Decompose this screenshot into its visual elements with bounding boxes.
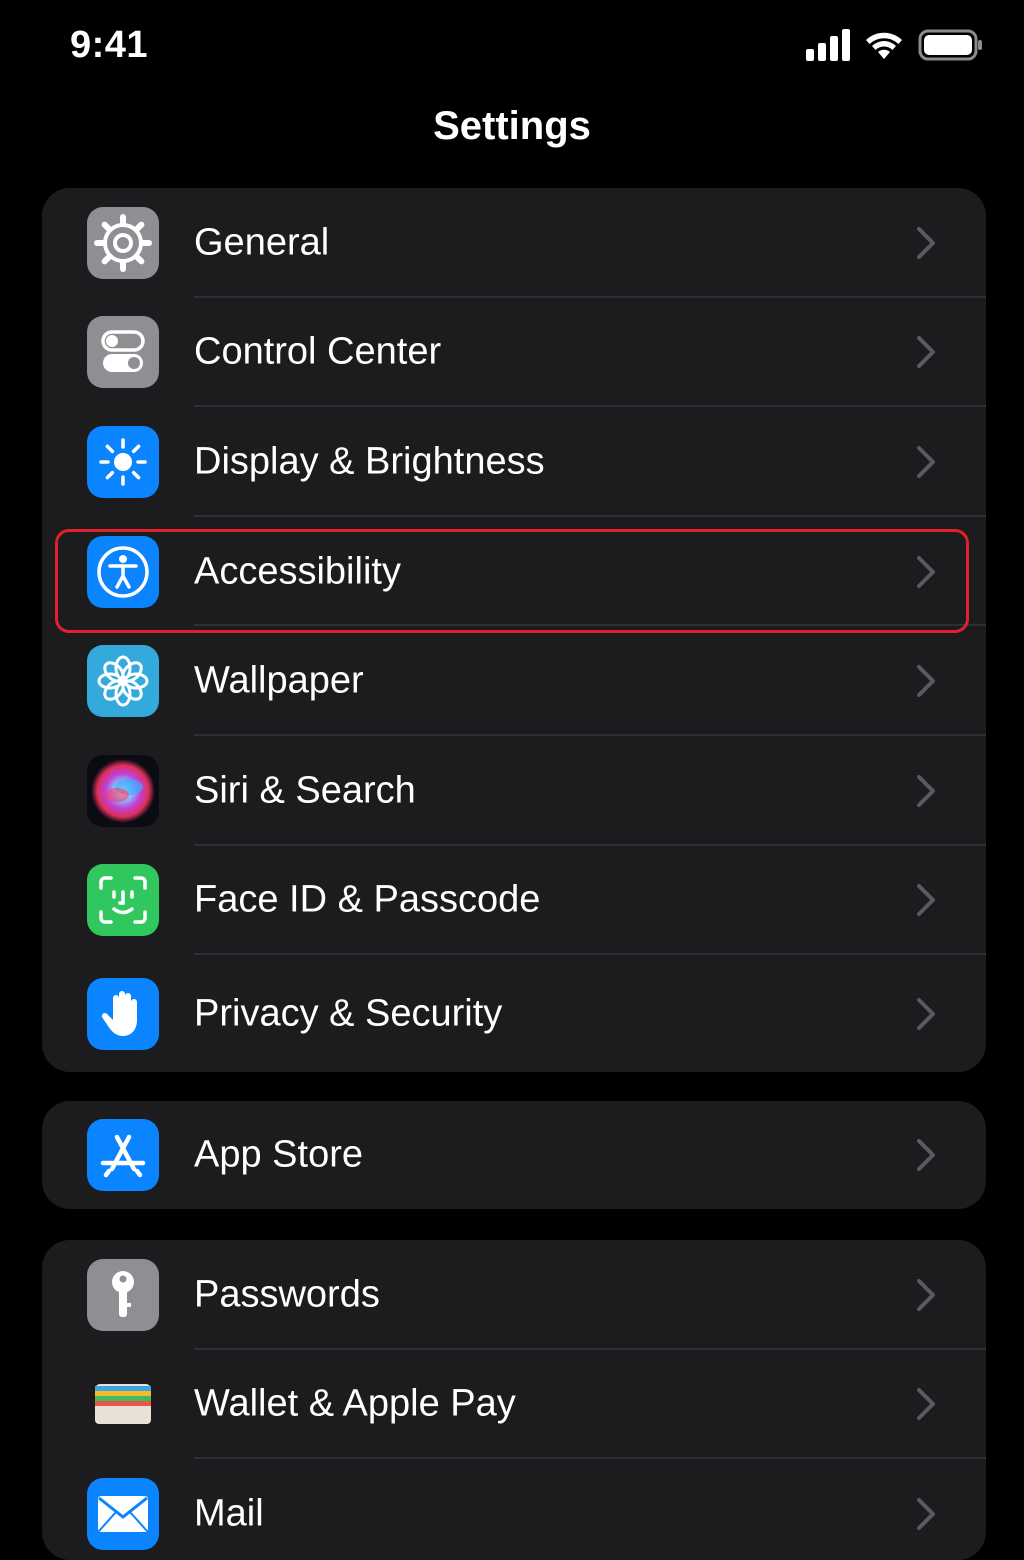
row-label: Accessibility xyxy=(194,550,401,593)
siri-icon xyxy=(87,754,159,827)
chevron-right-icon xyxy=(917,1497,935,1530)
row-label: Privacy & Security xyxy=(194,992,503,1035)
row-siri-search[interactable]: Siri & Search xyxy=(42,736,986,846)
app-store-icon xyxy=(87,1119,159,1191)
gear-icon xyxy=(87,206,159,279)
status-time: 9:41 xyxy=(70,24,149,66)
row-app-store[interactable]: App Store xyxy=(42,1101,986,1209)
page-title: Settings xyxy=(433,104,591,148)
chevron-right-icon xyxy=(917,665,935,698)
hand-icon xyxy=(87,977,159,1050)
chevron-right-icon xyxy=(917,555,935,588)
settings-group-accounts: Passwords Wallet & Apple Pay Mail xyxy=(42,1240,986,1560)
wifi-icon xyxy=(866,32,902,59)
chevron-right-icon xyxy=(917,226,935,259)
chevron-right-icon xyxy=(917,997,935,1030)
wallet-icon xyxy=(87,1368,159,1441)
row-label: Control Center xyxy=(194,330,442,373)
row-accessibility[interactable]: Accessibility xyxy=(42,517,986,627)
row-display-brightness[interactable]: Display & Brightness xyxy=(42,407,986,517)
accessibility-icon xyxy=(87,535,159,608)
row-passwords[interactable]: Passwords xyxy=(42,1240,986,1350)
chevron-right-icon xyxy=(917,445,935,478)
row-label: General xyxy=(194,221,330,264)
chevron-right-icon xyxy=(917,1388,935,1421)
row-label: Display & Brightness xyxy=(194,440,545,483)
row-control-center[interactable]: Control Center xyxy=(42,298,986,408)
row-privacy-security[interactable]: Privacy & Security xyxy=(42,955,986,1072)
mail-icon xyxy=(87,1477,159,1550)
cellular-signal-icon xyxy=(806,29,850,61)
row-label: Wallpaper xyxy=(194,659,364,702)
settings-group-main: General Control Center Display & Brightn… xyxy=(42,188,986,1072)
row-label: Wallet & Apple Pay xyxy=(194,1382,516,1425)
key-icon xyxy=(87,1258,159,1331)
row-label: Siri & Search xyxy=(194,769,416,812)
sun-icon xyxy=(87,425,159,498)
row-label: Face ID & Passcode xyxy=(194,878,541,921)
face-id-icon xyxy=(87,864,159,937)
chevron-right-icon xyxy=(917,774,935,807)
chevron-right-icon xyxy=(917,884,935,917)
row-label: Mail xyxy=(194,1492,264,1535)
settings-group-app-store: App Store xyxy=(42,1101,986,1209)
row-wallpaper[interactable]: Wallpaper xyxy=(42,626,986,736)
chevron-right-icon xyxy=(917,336,935,369)
row-face-id-passcode[interactable]: Face ID & Passcode xyxy=(42,846,986,956)
row-label: App Store xyxy=(194,1133,363,1176)
chevron-right-icon xyxy=(917,1139,935,1171)
row-mail[interactable]: Mail xyxy=(42,1459,986,1560)
battery-icon xyxy=(918,29,982,61)
status-icons xyxy=(806,28,984,62)
row-label: Passwords xyxy=(194,1273,380,1316)
row-general[interactable]: General xyxy=(42,188,986,298)
flower-icon xyxy=(87,645,159,718)
row-wallet-apple-pay[interactable]: Wallet & Apple Pay xyxy=(42,1350,986,1460)
status-bar: 9:41 xyxy=(0,0,1024,90)
toggles-icon xyxy=(87,316,159,389)
chevron-right-icon xyxy=(917,1278,935,1311)
